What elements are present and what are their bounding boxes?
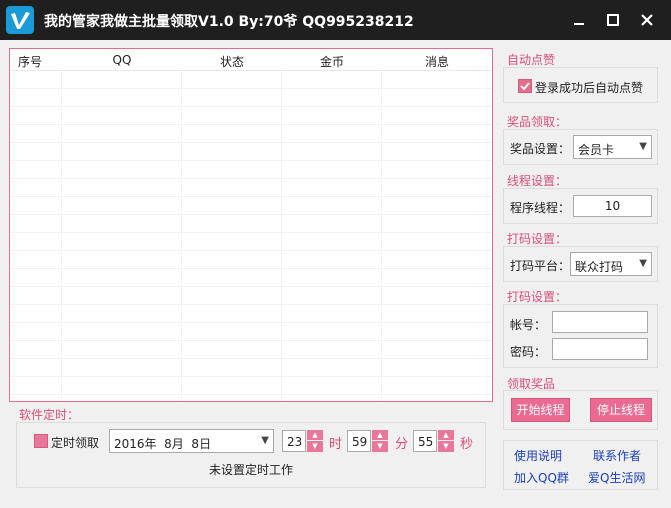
- thread-group-label: 线程设置：: [507, 174, 568, 188]
- table-row: [10, 89, 492, 107]
- captcha-platform-group-label: 打码设置：: [507, 232, 568, 246]
- timer-checkbox-label[interactable]: 定时领取: [51, 434, 99, 451]
- spin-down-icon[interactable]: ▼: [438, 441, 454, 452]
- maximize-icon[interactable]: [605, 12, 621, 28]
- table-row: [10, 197, 492, 215]
- table-row: [10, 359, 492, 377]
- table-row: [10, 287, 492, 305]
- column-header-qq[interactable]: QQ: [62, 53, 182, 67]
- minute-unit: 分: [395, 437, 409, 452]
- thread-group: 程序线程： 10: [503, 188, 658, 224]
- claim-group: 开始线程 停止线程: [503, 390, 658, 430]
- table-row: [10, 377, 492, 395]
- table-row: [10, 179, 492, 197]
- column-header-status[interactable]: 状态: [182, 53, 282, 70]
- table-row: [10, 125, 492, 143]
- chevron-down-icon: ▼: [261, 435, 269, 446]
- table-row: [10, 269, 492, 287]
- column-header-message[interactable]: 消息: [382, 53, 492, 70]
- start-thread-button[interactable]: 开始线程: [511, 398, 570, 422]
- prize-setting-label: 奖品设置：: [510, 142, 571, 156]
- captcha-platform-label: 打码平台：: [510, 259, 571, 273]
- stop-thread-button[interactable]: 停止线程: [590, 398, 652, 422]
- second-spinner[interactable]: ▲ ▼: [438, 430, 454, 452]
- account-list[interactable]: 序号 QQ 状态 金币 消息: [9, 48, 493, 402]
- auto-like-checkbox[interactable]: [518, 79, 532, 93]
- table-row: [10, 251, 492, 269]
- prize-select-value: 会员卡: [578, 143, 615, 157]
- column-header-index[interactable]: 序号: [10, 53, 50, 70]
- close-icon[interactable]: [639, 12, 655, 28]
- hour-unit: 时: [329, 437, 343, 452]
- timer-date-picker[interactable]: 2016年 8月 8日 ▼: [109, 429, 274, 453]
- usage-link[interactable]: 使用说明: [514, 447, 562, 464]
- auto-like-group-label: 自动点赞: [507, 53, 556, 67]
- hour-spinner[interactable]: ▲ ▼: [307, 430, 323, 452]
- table-row: [10, 215, 492, 233]
- timer-date-value: 2016年 8月 8日: [114, 437, 212, 451]
- timer-group: 定时领取 2016年 8月 8日 ▼ 23 ▲ ▼ 时 59 ▲ ▼ 分 55 …: [16, 422, 486, 488]
- minute-input[interactable]: 59: [347, 430, 371, 452]
- spin-up-icon[interactable]: ▲: [438, 430, 454, 441]
- table-row: [10, 233, 492, 251]
- chevron-down-icon: ▼: [639, 258, 647, 269]
- hour-input[interactable]: 23: [282, 430, 306, 452]
- auto-like-group: 登录成功后自动点赞: [503, 67, 658, 103]
- vimeo-v-logo-icon: [6, 6, 34, 34]
- minimize-icon[interactable]: [571, 12, 587, 28]
- hour-value: 23: [287, 435, 303, 449]
- title-bar: 我的管家我做主批量领取V1.0 By:70爷 QQ995238212: [0, 0, 671, 40]
- minute-value: 59: [352, 435, 368, 449]
- spin-up-icon[interactable]: ▲: [307, 430, 323, 441]
- captcha-platform-select[interactable]: 联众打码 ▼: [570, 252, 652, 276]
- timer-status-text: 未设置定时工作: [209, 463, 294, 477]
- links-group: 使用说明 联系作者 加入QQ群 爱Q生活网: [503, 440, 658, 490]
- table-row: [10, 143, 492, 161]
- thread-label: 程序线程：: [510, 201, 571, 215]
- captcha-platform-group: 打码平台： 联众打码 ▼: [503, 246, 658, 282]
- main-content: 序号 QQ 状态 金币 消息 自动点赞 登录成功后自动点赞 奖品领取： 奖品设置…: [0, 40, 671, 508]
- column-header-coins[interactable]: 金币: [282, 53, 382, 70]
- timer-checkbox[interactable]: [34, 434, 48, 448]
- checkmark-icon: [520, 82, 530, 91]
- join-qq-group-link[interactable]: 加入QQ群: [514, 469, 569, 486]
- table-row: [10, 71, 492, 89]
- window-title: 我的管家我做主批量领取V1.0 By:70爷 QQ995238212: [44, 14, 414, 30]
- spin-up-icon[interactable]: ▲: [372, 430, 388, 441]
- captcha-account-group: 帐号： 密码：: [503, 304, 658, 368]
- account-label: 帐号：: [510, 318, 547, 332]
- table-row: [10, 323, 492, 341]
- spin-down-icon[interactable]: ▼: [307, 441, 323, 452]
- spin-down-icon[interactable]: ▼: [372, 441, 388, 452]
- account-input[interactable]: [552, 311, 648, 333]
- list-header: 序号 QQ 状态 金币 消息: [10, 49, 492, 71]
- table-row: [10, 341, 492, 359]
- second-input[interactable]: 55: [413, 430, 437, 452]
- auto-like-label[interactable]: 登录成功后自动点赞: [535, 79, 643, 96]
- table-row: [10, 107, 492, 125]
- second-unit: 秒: [460, 437, 474, 452]
- timer-group-label: 软件定时：: [19, 408, 80, 422]
- table-row: [10, 161, 492, 179]
- minute-spinner[interactable]: ▲ ▼: [372, 430, 388, 452]
- contact-author-link[interactable]: 联系作者: [593, 447, 641, 464]
- prize-select[interactable]: 会员卡 ▼: [573, 135, 652, 159]
- chevron-down-icon: ▼: [639, 141, 647, 152]
- website-link[interactable]: 爱Q生活网: [588, 469, 645, 486]
- prize-group: 奖品设置： 会员卡 ▼: [503, 129, 658, 165]
- table-row: [10, 305, 492, 323]
- thread-count-input[interactable]: 10: [573, 195, 652, 217]
- captcha-account-group-label: 打码设置：: [507, 290, 568, 304]
- password-label: 密码：: [510, 345, 547, 359]
- captcha-platform-value: 联众打码: [575, 260, 624, 274]
- prize-group-label: 奖品领取：: [507, 115, 568, 129]
- second-value: 55: [418, 435, 434, 449]
- password-input[interactable]: [552, 338, 648, 360]
